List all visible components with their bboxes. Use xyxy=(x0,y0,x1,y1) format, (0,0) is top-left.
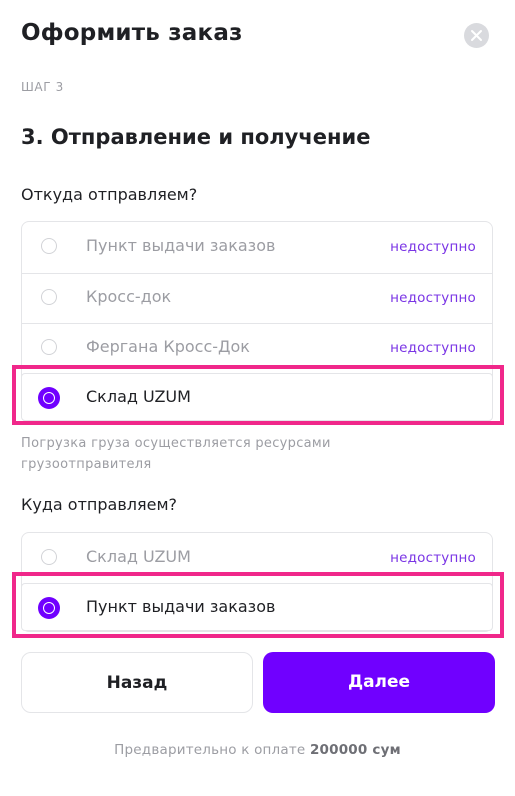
close-button[interactable] xyxy=(464,23,489,48)
page-title: Оформить заказ xyxy=(21,20,243,46)
destination-option-pickup-point[interactable]: Пункт выдачи заказов xyxy=(21,583,493,631)
back-button[interactable]: Назад xyxy=(21,652,253,713)
destination-option-uzum-warehouse[interactable]: Склад UZUM недоступно xyxy=(22,533,492,583)
origin-option-uzum-warehouse[interactable]: Склад UZUM xyxy=(21,373,493,421)
option-label: Пункт выдачи заказов xyxy=(86,236,276,255)
radio-unchecked-icon[interactable] xyxy=(41,289,57,305)
option-label: Кросс-док xyxy=(86,287,172,306)
unavailable-badge: недоступно xyxy=(390,239,476,255)
radio-checked-icon[interactable] xyxy=(38,387,60,409)
option-label: Склад UZUM xyxy=(86,547,191,566)
prepayment-amount: 200000 сум xyxy=(309,742,401,758)
radio-unchecked-icon[interactable] xyxy=(41,339,57,355)
origin-question: Откуда отправляем? xyxy=(21,185,198,204)
option-label: Склад UZUM xyxy=(86,387,191,406)
unavailable-badge: недоступно xyxy=(390,290,476,306)
option-label: Пункт выдачи заказов xyxy=(86,597,276,616)
divider xyxy=(22,273,492,274)
destination-question: Куда отправляем? xyxy=(21,495,177,514)
prepayment-summary: Предварительно к оплате 200000 сум xyxy=(0,742,515,758)
loading-note: Погрузка груза осуществляется ресурсами … xyxy=(21,436,331,472)
option-label: Фергана Кросс-Док xyxy=(86,337,250,356)
unavailable-badge: недоступно xyxy=(390,550,476,566)
radio-unchecked-icon[interactable] xyxy=(41,549,57,565)
origin-option-fergana-cross-dock[interactable]: Фергана Кросс-Док недоступно xyxy=(22,323,492,373)
next-button[interactable]: Далее xyxy=(263,652,495,713)
radio-unchecked-icon[interactable] xyxy=(41,238,57,254)
step-label: ШАГ 3 xyxy=(21,80,64,94)
origin-option-pickup-point[interactable]: Пункт выдачи заказов недоступно xyxy=(22,222,492,272)
section-title: 3. Отправление и получение xyxy=(21,125,371,149)
unavailable-badge: недоступно xyxy=(390,340,476,356)
divider xyxy=(22,323,492,324)
close-icon xyxy=(471,30,482,41)
prepayment-label: Предварительно к оплате xyxy=(114,742,306,758)
radio-checked-icon[interactable] xyxy=(38,597,60,619)
origin-option-cross-dock[interactable]: Кросс-док недоступно xyxy=(22,273,492,323)
